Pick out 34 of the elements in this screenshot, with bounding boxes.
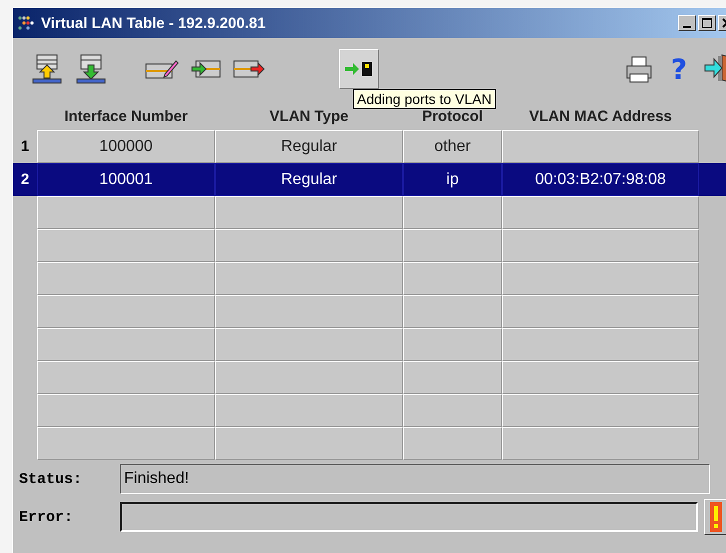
table-cell: 00:03:B2:07:98:08 — [502, 163, 699, 196]
table-cell: other — [403, 130, 502, 163]
arrow-into-box-icon — [191, 58, 221, 80]
error-button[interactable] — [704, 499, 726, 535]
table-cell: Regular — [215, 163, 403, 196]
printer-icon — [624, 54, 654, 84]
column-header: Interface Number — [63, 108, 189, 124]
table-cell: 100000 — [37, 130, 215, 163]
column-header: Protocol — [421, 108, 484, 124]
warning-icon — [710, 502, 722, 532]
table-cell: Regular — [215, 130, 403, 163]
table-up-arrow-icon — [31, 53, 63, 85]
status-label: Status: — [18, 470, 84, 488]
table-cell: 100001 — [37, 163, 215, 196]
table-row[interactable]: 1 100000 Regular other — [13, 130, 726, 163]
window-title: Virtual LAN Table - 192.9.200.81 — [41, 14, 266, 32]
arrow-out-of-box-icon — [233, 58, 265, 80]
minimize-button[interactable] — [678, 15, 696, 31]
error-label: Error: — [18, 508, 74, 526]
table-row[interactable]: 2 100001 Regular ip 00:03:B2:07:98:08 — [13, 163, 726, 196]
arrow-to-port-icon — [344, 59, 374, 79]
table-down-arrow-icon — [75, 53, 107, 85]
maximize-icon — [702, 18, 712, 28]
column-header: VLAN Type — [268, 108, 350, 124]
table-cell: ip — [403, 163, 502, 196]
row-number: 1 — [20, 137, 30, 157]
help-button[interactable]: ? — [664, 51, 694, 87]
maximize-button[interactable] — [698, 15, 716, 31]
status-field: Finished! — [120, 464, 710, 494]
tooltip: Adding ports to VLAN — [353, 89, 496, 109]
minimize-icon — [683, 26, 691, 28]
column-header: VLAN MAC Address — [528, 108, 673, 124]
add-ports-button[interactable] — [339, 49, 379, 89]
row-number: 2 — [20, 170, 30, 190]
